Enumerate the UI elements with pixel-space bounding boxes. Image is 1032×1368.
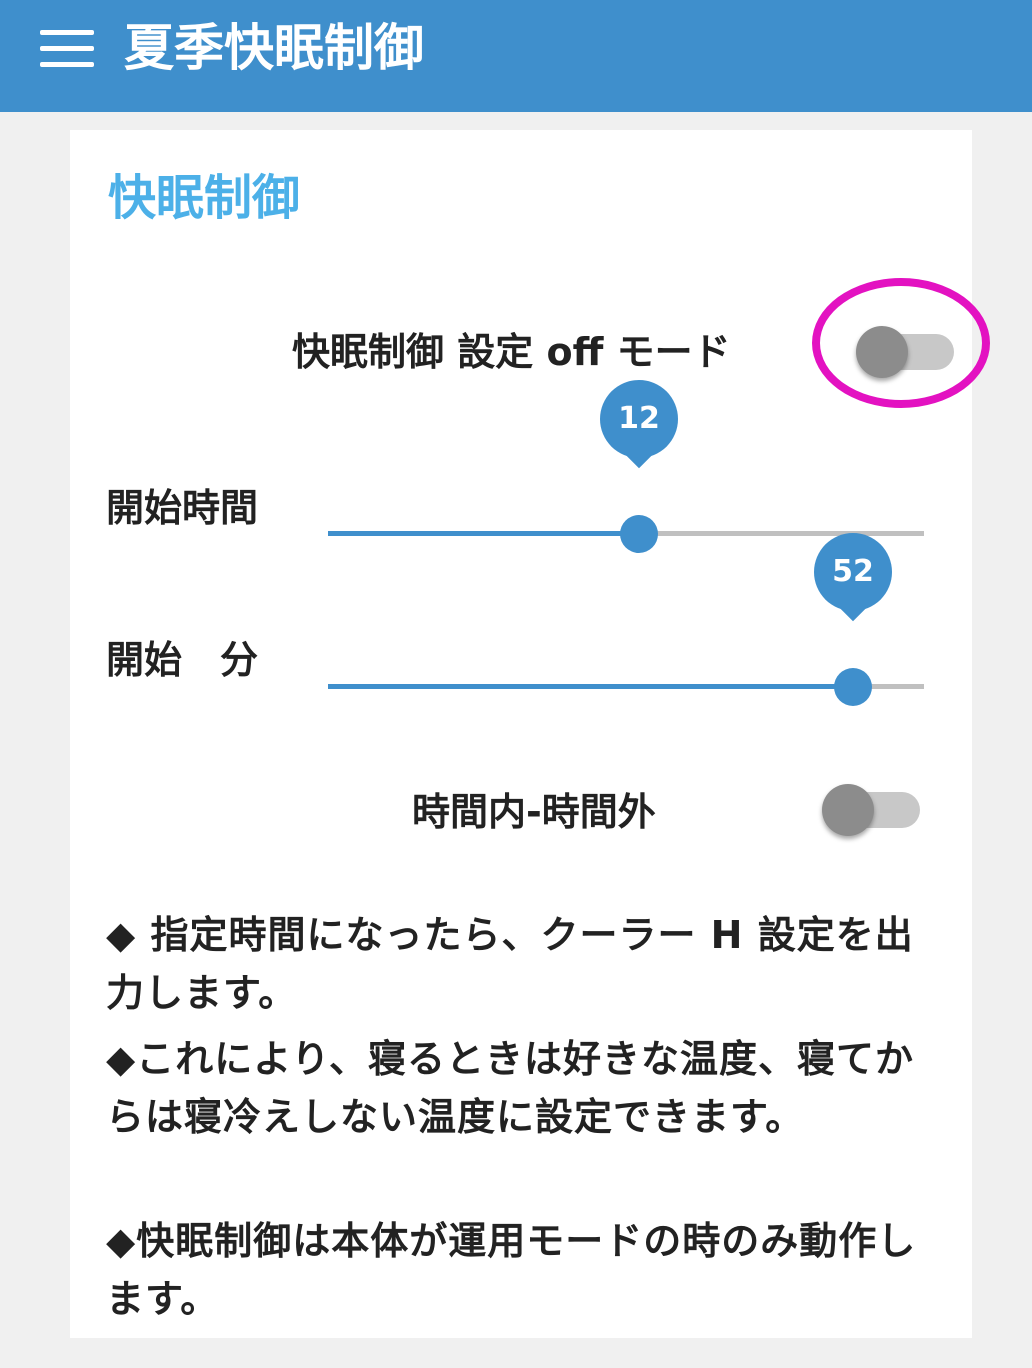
- slider-fill: [328, 684, 853, 689]
- sleep-mode-switch[interactable]: [856, 326, 960, 378]
- app-header: 夏季快眠制御: [0, 0, 1032, 112]
- slider-fill: [328, 531, 639, 536]
- section-title: 快眠制御: [108, 170, 301, 226]
- slider-value-pin: 52: [814, 533, 892, 622]
- sleep-mode-switch-label: 快眠制御 設定 off モード: [292, 330, 731, 374]
- slider-knob[interactable]: [620, 515, 658, 553]
- range-switch-label: 時間内-時間外: [412, 790, 656, 834]
- range-switch[interactable]: [822, 784, 926, 836]
- description-2: ◆これにより、寝るときは好きな温度、寝てからは寝冷えしない温度に設定できます。: [106, 1037, 914, 1139]
- start-minute-label: 開始 分: [106, 638, 259, 682]
- switch-thumb: [856, 326, 908, 378]
- description-1: ◆ 指定時間になったら、クーラー H 設定を出力します。: [106, 913, 914, 1015]
- switch-thumb: [822, 784, 874, 836]
- start-hour-label: 開始時間: [106, 486, 259, 530]
- start-minute-slider[interactable]: 52: [328, 533, 924, 721]
- description-3: ◆快眠制御は本体が運用モードの時のみ動作します。: [106, 1219, 917, 1321]
- slider-knob[interactable]: [834, 668, 872, 706]
- hamburger-menu-icon[interactable]: [40, 28, 94, 70]
- app-title: 夏季快眠制御: [124, 19, 424, 77]
- settings-card: 快眠制御 快眠制御 設定 off モード 開始時間 12 開始 分 52 時間内…: [70, 130, 990, 1338]
- slider-value-text: 12: [618, 401, 660, 436]
- slider-value-text: 52: [832, 554, 874, 589]
- slider-value-pin: 12: [600, 380, 678, 469]
